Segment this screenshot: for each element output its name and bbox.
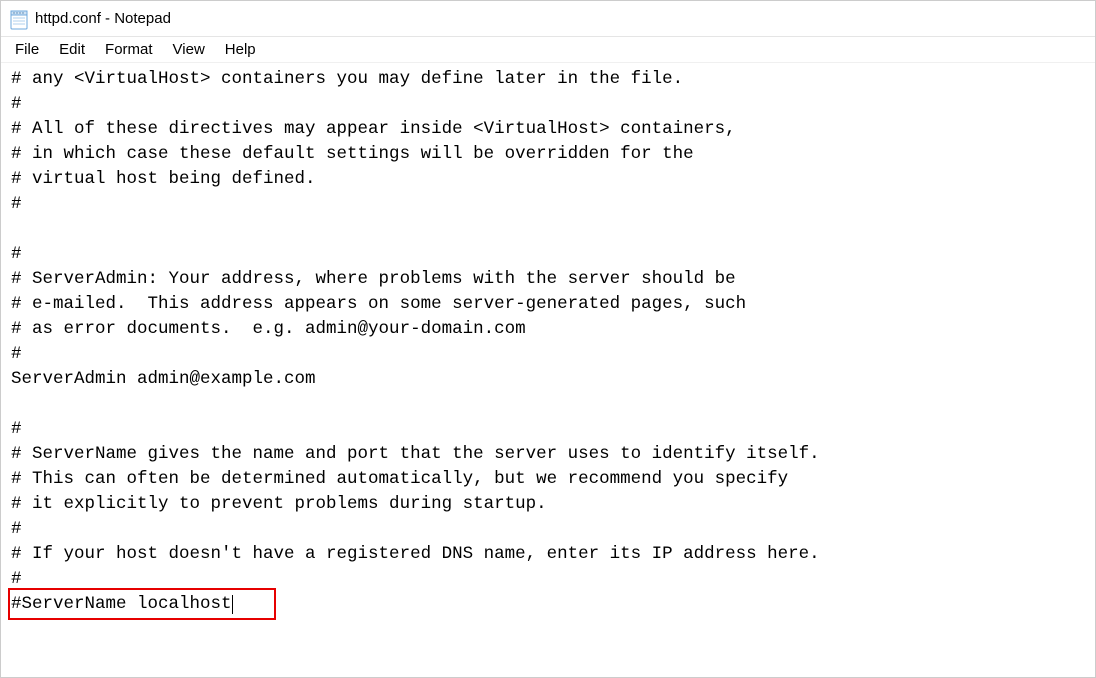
- text-caret: [232, 595, 233, 614]
- text-editor[interactable]: # any <VirtualHost> containers you may d…: [1, 63, 1095, 621]
- menu-help[interactable]: Help: [217, 39, 264, 60]
- titlebar[interactable]: httpd.conf - Notepad: [1, 1, 1095, 37]
- menubar: File Edit Format View Help: [1, 37, 1095, 63]
- window-title: httpd.conf - Notepad: [35, 10, 171, 27]
- menu-edit[interactable]: Edit: [51, 39, 93, 60]
- notepad-icon: [9, 8, 29, 30]
- menu-view[interactable]: View: [165, 39, 213, 60]
- menu-format[interactable]: Format: [97, 39, 161, 60]
- menu-file[interactable]: File: [7, 39, 47, 60]
- editor-content[interactable]: # any <VirtualHost> containers you may d…: [11, 67, 1085, 617]
